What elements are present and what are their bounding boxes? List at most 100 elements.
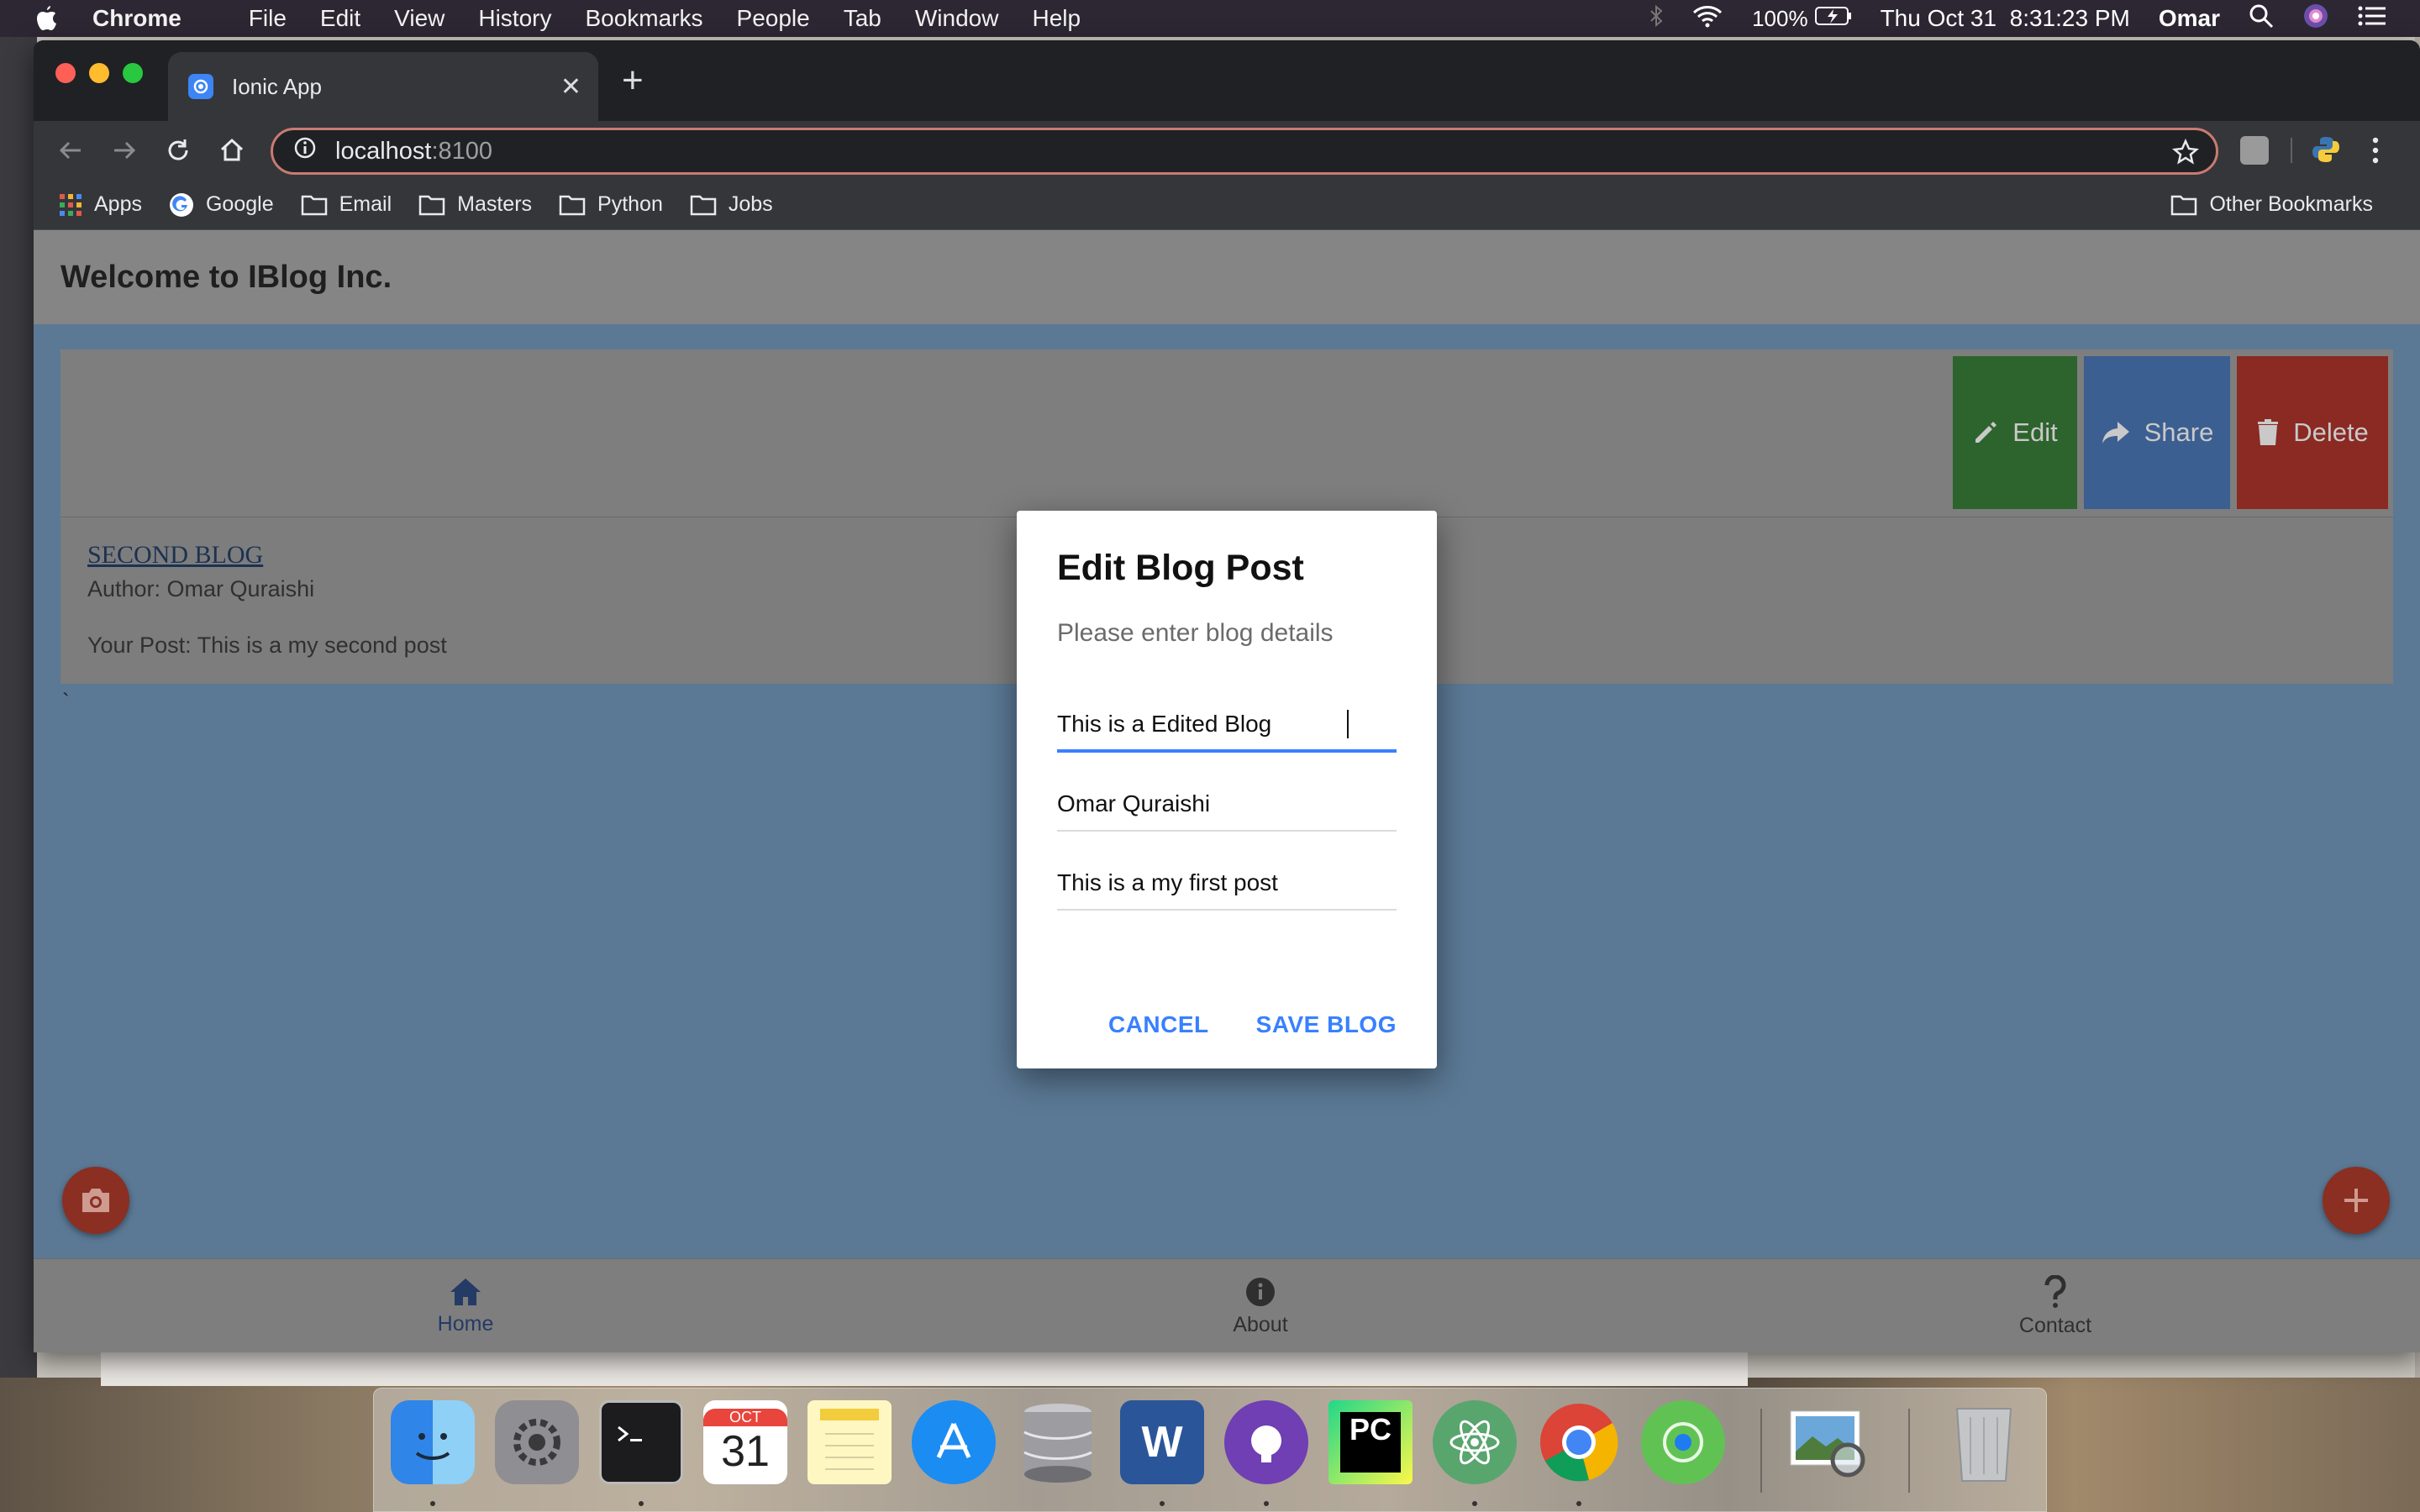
apple-menu-icon[interactable] — [0, 5, 92, 32]
delete-option-button[interactable]: Delete — [2237, 356, 2388, 509]
word-icon[interactable]: W — [1120, 1400, 1204, 1484]
siri-icon[interactable] — [2302, 3, 2329, 35]
browser-tab-active[interactable]: Ionic App ✕ — [168, 52, 598, 121]
wifi-icon[interactable] — [1691, 4, 1723, 34]
add-fab-button[interactable] — [2323, 1167, 2390, 1234]
database-icon[interactable] — [1016, 1400, 1100, 1484]
bookmark-folder-jobs[interactable]: Jobs — [690, 192, 773, 217]
app-header: Welcome to IBlog Inc. — [34, 230, 2420, 324]
blog-post-field[interactable] — [1057, 857, 1397, 911]
bookmark-folder-email[interactable]: Email — [301, 192, 392, 217]
ionic-favicon-icon — [188, 74, 213, 99]
address-bar[interactable]: localhost:8100 — [271, 128, 2218, 175]
minimize-window-button[interactable] — [89, 63, 109, 83]
edit-option-button[interactable]: Edit — [1953, 356, 2077, 509]
bookmark-star-icon[interactable] — [2172, 138, 2199, 172]
running-indicator — [430, 1501, 435, 1506]
forward-button[interactable] — [108, 134, 141, 167]
notes-icon[interactable] — [808, 1400, 892, 1484]
toolbar-divider — [2291, 138, 2292, 163]
save-blog-button[interactable]: SAVE BLOG — [1256, 1011, 1397, 1038]
menu-user[interactable]: Omar — [2159, 5, 2220, 32]
calendar-icon[interactable]: OCT 31 — [703, 1400, 787, 1484]
bookmarks-bar: Apps Google Email Masters Python Jobs Ot… — [34, 180, 2420, 230]
tab-close-icon[interactable]: ✕ — [560, 72, 581, 102]
other-bookmarks-folder[interactable]: Other Bookmarks — [2170, 192, 2373, 217]
pycharm-icon[interactable]: PC — [1328, 1400, 1413, 1484]
reload-button[interactable] — [161, 134, 195, 167]
tab-title: Ionic App — [232, 73, 322, 99]
find-my-icon[interactable] — [1641, 1400, 1725, 1484]
home-button[interactable] — [215, 134, 249, 167]
bookmark-google[interactable]: Google — [169, 192, 274, 218]
bookmark-label: Google — [205, 192, 274, 216]
tab-home[interactable]: Home — [339, 1259, 592, 1352]
blog-post-text: Your Post: This is a my second post — [87, 633, 447, 658]
tab-home-label: Home — [437, 1311, 494, 1336]
menu-file[interactable]: File — [249, 5, 287, 32]
running-indicator — [1264, 1501, 1269, 1506]
back-button[interactable] — [54, 134, 87, 167]
blog-post-input[interactable] — [1057, 869, 1397, 896]
blog-title-field[interactable] — [1057, 699, 1397, 753]
menu-people[interactable]: People — [737, 5, 810, 32]
maximize-window-button[interactable] — [123, 63, 143, 83]
home-icon — [450, 1278, 481, 1305]
item-sliding-options: Edit Share Delete — [60, 349, 2393, 517]
atom-icon[interactable] — [1433, 1400, 1517, 1484]
blog-author-field[interactable] — [1057, 778, 1397, 832]
bookmark-label: Masters — [457, 192, 533, 216]
finder-icon[interactable] — [391, 1400, 475, 1484]
bookmark-label: Python — [597, 192, 663, 216]
close-window-button[interactable] — [55, 63, 76, 83]
app-store-icon[interactable] — [912, 1400, 996, 1484]
folder-icon — [2171, 195, 2197, 215]
new-tab-button[interactable]: + — [622, 62, 644, 99]
bluetooth-icon[interactable] — [1649, 4, 1663, 34]
menu-edit[interactable]: Edit — [320, 5, 360, 32]
running-indicator — [1576, 1501, 1581, 1506]
system-preferences-icon[interactable] — [495, 1400, 579, 1484]
battery-icon[interactable] — [1814, 5, 1852, 32]
running-indicator — [639, 1501, 644, 1506]
share-option-button[interactable]: Share — [2084, 356, 2230, 509]
spotlight-search-icon[interactable] — [2249, 3, 2274, 34]
python-extension-icon[interactable] — [2311, 134, 2341, 169]
alert-message: Please enter blog details — [1057, 619, 1334, 647]
folder-icon — [690, 195, 717, 215]
folder-icon — [559, 195, 586, 215]
github-desktop-icon[interactable] — [1224, 1400, 1308, 1484]
bookmark-label: Other Bookmarks — [2209, 192, 2373, 216]
macos-menu-bar: Chrome File Edit View History Bookmarks … — [0, 0, 2420, 37]
terminal-icon[interactable] — [599, 1400, 683, 1484]
bookmark-folder-masters[interactable]: Masters — [418, 192, 532, 217]
menu-help[interactable]: Help — [1032, 5, 1081, 32]
cancel-button[interactable]: CANCEL — [1108, 1011, 1209, 1038]
url-port: :8100 — [431, 137, 493, 165]
blog-title-input[interactable] — [1057, 711, 1347, 738]
chrome-icon[interactable] — [1537, 1400, 1621, 1484]
menu-window[interactable]: Window — [915, 5, 999, 32]
alert-title: Edit Blog Post — [1057, 548, 1304, 588]
bookmark-folder-python[interactable]: Python — [559, 192, 663, 217]
blog-author-input[interactable] — [1057, 790, 1397, 817]
site-info-icon[interactable] — [293, 136, 317, 166]
trash-icon[interactable] — [1942, 1400, 2026, 1484]
tab-contact[interactable]: Contact — [1929, 1259, 2181, 1352]
extension-icon[interactable] — [2240, 136, 2269, 165]
bookmark-apps[interactable]: Apps — [59, 192, 142, 217]
camera-fab-button[interactable] — [62, 1167, 129, 1234]
menu-view[interactable]: View — [394, 5, 445, 32]
dock-separator — [1760, 1409, 1762, 1493]
menu-app-name[interactable]: Chrome — [92, 5, 182, 32]
menu-history[interactable]: History — [478, 5, 551, 32]
tab-contact-label: Contact — [2018, 1313, 2092, 1337]
preview-icon[interactable] — [1786, 1400, 1870, 1484]
chrome-menu-icon[interactable] — [2371, 136, 2380, 169]
browser-toolbar: localhost:8100 — [34, 121, 2420, 180]
notification-center-icon[interactable] — [2358, 5, 2386, 33]
tab-about[interactable]: About — [1134, 1259, 1386, 1352]
menu-tab[interactable]: Tab — [844, 5, 881, 32]
menu-clock[interactable]: Thu Oct 31 8:31:23 PM — [1881, 5, 2130, 32]
menu-bookmarks[interactable]: Bookmarks — [585, 5, 702, 32]
